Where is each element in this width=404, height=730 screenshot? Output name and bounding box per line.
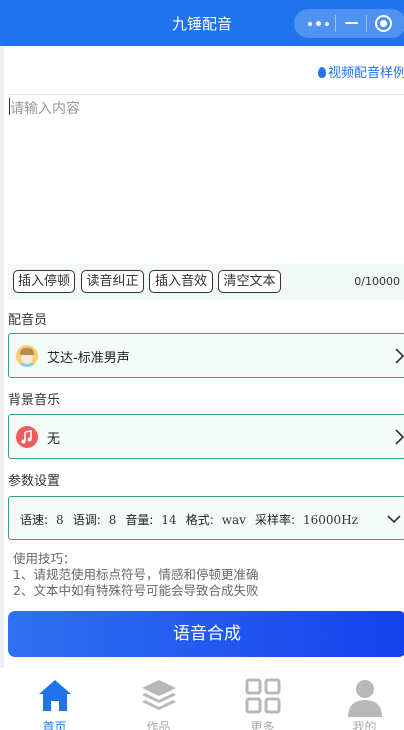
video-sample-label: 视频配音样例: [328, 66, 404, 81]
nav-label-home: 首页: [42, 720, 67, 730]
usage-tips: 使用技巧： 1、请规范使用标点符号，情感和停顿更准确 2、文本中如有特殊符号可能…: [13, 551, 404, 612]
divider: [366, 15, 367, 32]
content-input[interactable]: [8, 96, 404, 262]
speed-label: 语速:: [20, 513, 49, 527]
nav-item-more[interactable]: 更多: [212, 668, 313, 730]
pitch-label: 语调:: [72, 513, 101, 527]
insert-pause-button[interactable]: 插入停顿: [13, 270, 75, 293]
chevron-right-icon: [395, 429, 404, 445]
tip-line: 2、文本中如有特殊符号可能会导致合成失败: [13, 583, 259, 598]
format-value: wav: [221, 513, 246, 527]
speed-value: 8: [56, 513, 64, 527]
synthesize-button[interactable]: 语音合成: [8, 611, 404, 657]
pitch-value: 8: [108, 513, 117, 527]
home-icon: [38, 680, 71, 711]
mini-program-capsule: [294, 9, 404, 38]
pronunciation-fix-button[interactable]: 读音纠正: [81, 270, 144, 293]
voice-avatar-icon: [16, 345, 38, 367]
nav-item-works[interactable]: 作品: [108, 668, 209, 730]
text-cursor: [9, 98, 10, 115]
nav-label-mine: 我的: [352, 720, 377, 730]
tip-line: 1、请规范使用标点符号，情感和停顿更准确: [13, 567, 259, 582]
sample-rate-value: 16000Hz: [303, 513, 358, 527]
nav-item-mine[interactable]: 我的: [314, 668, 404, 730]
divider: [335, 15, 336, 32]
char-counter: 0/10000: [354, 275, 400, 288]
editor-toolbar: 插入停顿 读音纠正 插入音效 清空文本 0/10000: [8, 264, 404, 300]
bottom-nav: 首页 作品 更多 我的: [0, 668, 404, 730]
params-selector[interactable]: 语速: 8 语调: 8 音量: 14 格式: wav 采样率: 16000Hz: [8, 496, 404, 540]
grid-icon: [245, 678, 280, 714]
more-icon[interactable]: [308, 21, 330, 27]
user-icon: [347, 680, 382, 717]
video-sample-link[interactable]: 视频配音样例: [318, 62, 404, 81]
voice-selected: 艾达-标准男声: [47, 351, 130, 366]
left-edge: [0, 46, 4, 711]
insert-sound-effect-button[interactable]: 插入音效: [149, 270, 213, 293]
format-label: 格式:: [185, 513, 214, 527]
voice-section-label: 配音员: [8, 313, 48, 328]
minimize-icon[interactable]: [345, 22, 358, 24]
nav-label-more: 更多: [250, 720, 275, 730]
params-summary: 语速: 8 语调: 8 音量: 14 格式: wav 采样率: 16000Hz: [20, 511, 367, 528]
music-section-label: 背景音乐: [8, 393, 61, 408]
close-target-icon[interactable]: [375, 15, 392, 32]
nav-label-works: 作品: [146, 720, 171, 730]
top-bar: 九锤配音: [0, 0, 404, 46]
music-selected: 无: [47, 432, 61, 447]
flame-icon: [318, 67, 326, 78]
sample-rate-label: 采样率:: [254, 513, 296, 527]
chevron-down-icon: [387, 515, 401, 524]
params-section-label: 参数设置: [8, 474, 61, 489]
nav-item-home[interactable]: 首页: [4, 668, 105, 730]
voice-selector[interactable]: 艾达-标准男声: [8, 333, 404, 378]
tips-title: 使用技巧：: [13, 551, 76, 566]
volume-label: 音量:: [125, 513, 154, 527]
volume-value: 14: [161, 513, 177, 527]
clear-text-button[interactable]: 清空文本: [218, 270, 281, 293]
divider: [8, 94, 404, 95]
music-note-icon: [16, 426, 38, 448]
chevron-right-icon: [395, 348, 404, 364]
layers-icon: [141, 680, 176, 710]
music-selector[interactable]: 无: [8, 414, 404, 459]
